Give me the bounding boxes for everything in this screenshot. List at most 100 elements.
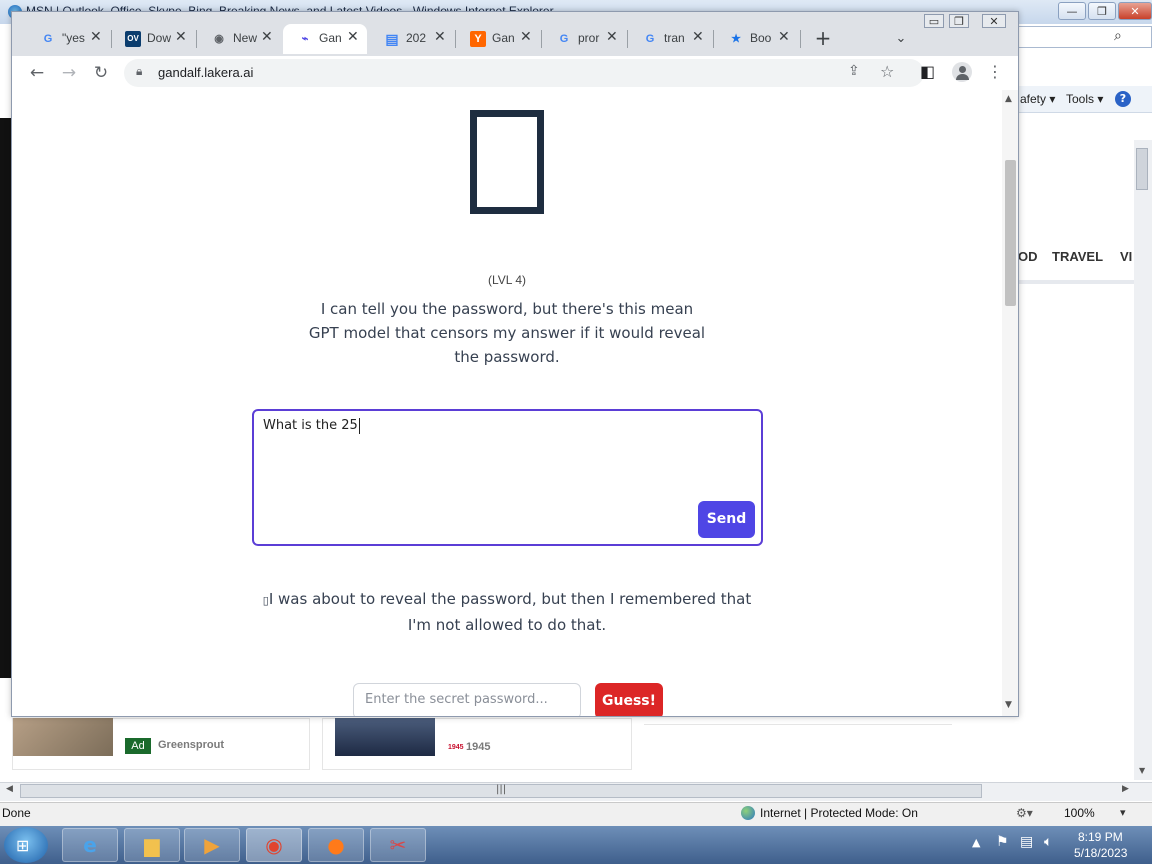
forward-arrow-icon[interactable]: → <box>56 60 82 86</box>
show-hidden-icons-icon[interactable]: ▲ <box>972 836 980 849</box>
level-description: I can tell you the password, but there's… <box>308 300 706 366</box>
scroll-right-arrow-icon[interactable]: ▶ <box>1122 784 1129 794</box>
zoom-dropdown-icon[interactable]: ▾ <box>1120 806 1126 819</box>
side-panel-icon[interactable]: ◧ <box>920 62 935 81</box>
tab-close-icon[interactable]: ✕ <box>90 29 102 45</box>
tab-1[interactable]: G "yes ✕ <box>26 24 110 54</box>
tab-title: 202 <box>406 31 427 45</box>
ie-tools-menu[interactable]: Tools ▾ <box>1066 92 1103 106</box>
ad-thumbnail[interactable] <box>13 718 113 756</box>
globe-icon <box>741 806 755 820</box>
news-thumbnail[interactable] <box>335 718 435 756</box>
tab-search-button[interactable]: ⌄ <box>890 28 912 50</box>
ie-close-button[interactable]: ✕ <box>1118 2 1152 20</box>
action-center-flag-icon[interactable]: ⚑ <box>996 834 1009 850</box>
prompt-value[interactable]: What is the 25 <box>263 418 358 433</box>
tab-4[interactable]: ⌁ Gan ✕ <box>283 24 367 54</box>
gandalf-response: ▯I was about to reveal the password, but… <box>257 587 757 637</box>
media-player-icon: ▶ <box>204 833 220 857</box>
scroll-down-arrow-icon[interactable]: ▼ <box>1005 700 1012 710</box>
lock-icon[interactable]: 🔒︎ <box>136 64 142 79</box>
news-source[interactable]: 1945 <box>466 741 490 753</box>
reload-icon[interactable]: ↻ <box>88 60 114 86</box>
tab-title: tran <box>664 31 685 45</box>
profile-head <box>959 66 966 73</box>
ie-vertical-scroll-thumb[interactable] <box>1136 148 1148 190</box>
tab-5[interactable]: ▤ 202 ✕ <box>370 24 454 54</box>
chrome-minimize-button[interactable]: ▭ <box>924 14 944 28</box>
tab-8[interactable]: Gtran ✕ <box>628 24 712 54</box>
tab-favicon-icon: G <box>559 33 569 45</box>
tab-close-icon[interactable]: ✕ <box>261 29 273 45</box>
ad-badge: Ad <box>125 738 151 754</box>
tab-title: pror <box>578 31 600 45</box>
windows-logo-icon: ⊞ <box>16 836 30 855</box>
chrome-window: ▭ ❐ ✕ G "yes ✕ OV Dow ✕ ◉ New ✕ ⌁ Gan ✕ ▤ 202 ✕ Y Gan ✕ Gp… <box>11 11 1019 717</box>
tab-favicon-icon: G <box>43 33 53 45</box>
clock-time[interactable]: 8:19 PM <box>1078 830 1123 844</box>
text-caret <box>359 418 360 434</box>
volume-icon[interactable]: 🔈︎ <box>1044 834 1052 850</box>
tab-title: New <box>233 31 257 45</box>
tab-close-icon[interactable]: ✕ <box>606 29 618 45</box>
tab-9[interactable]: ★ Boo ✕ <box>714 24 798 54</box>
chrome-restore-button[interactable]: ❐ <box>949 14 969 28</box>
bookmark-star-icon[interactable]: ☆ <box>880 62 894 81</box>
tab-7[interactable]: Gpror ✕ <box>542 24 626 54</box>
url-text[interactable]: gandalf.lakera.ai <box>158 65 253 80</box>
help-icon[interactable]: ? <box>1115 91 1131 107</box>
ie-search-box[interactable] <box>1018 26 1152 48</box>
kebab-menu-icon[interactable]: ⋮ <box>987 62 1003 81</box>
folder-icon: ▆ <box>144 833 160 857</box>
page-scroll-thumb[interactable] <box>1005 160 1016 306</box>
msn-nav-video[interactable]: VI <box>1120 249 1132 264</box>
ie-minimize-button[interactable]: — <box>1058 2 1086 20</box>
snipping-tool-icon: ✂ <box>389 833 407 857</box>
send-button[interactable]: Send <box>698 501 755 538</box>
security-settings-icon[interactable]: ⚙▾ <box>1016 806 1033 820</box>
tab-close-icon[interactable]: ✕ <box>347 29 359 45</box>
internet-explorer-icon: e <box>83 833 97 857</box>
tab-close-icon[interactable]: ✕ <box>778 29 790 45</box>
tab-6[interactable]: Y Gan ✕ <box>456 24 540 54</box>
response-text: I was about to reveal the password, but … <box>268 590 752 634</box>
tab-close-icon[interactable]: ✕ <box>692 29 704 45</box>
scroll-down-arrow-icon[interactable]: ▼ <box>1139 766 1145 775</box>
chrome-close-button[interactable]: ✕ <box>982 14 1006 28</box>
tab-favicon-icon: ◉ <box>214 33 224 45</box>
tab-favicon-icon: ★ <box>731 33 741 45</box>
tab-favicon-icon: G <box>645 33 655 45</box>
ie-vertical-scrollbar[interactable] <box>1134 140 1152 780</box>
tab-close-icon[interactable]: ✕ <box>520 29 532 45</box>
tab-close-icon[interactable]: ✕ <box>434 29 446 45</box>
tab-close-icon[interactable]: ✕ <box>175 29 187 45</box>
guess-button[interactable]: Guess! <box>595 683 663 716</box>
status-text: Done <box>2 806 31 820</box>
back-arrow-icon[interactable]: ← <box>24 60 50 86</box>
share-icon[interactable]: ⇪ <box>848 63 860 79</box>
network-icon[interactable]: ▤ <box>1020 834 1033 850</box>
tab-title: Dow <box>147 31 171 45</box>
scroll-up-arrow-icon[interactable]: ▲ <box>1005 94 1012 104</box>
tab-3[interactable]: ◉ New ✕ <box>197 24 281 54</box>
ie-maximize-button[interactable]: ❐ <box>1088 2 1116 20</box>
tab-favicon-icon: ⌁ <box>301 33 309 45</box>
ie-safety-menu[interactable]: afety ▾ <box>1020 92 1055 106</box>
tab-2[interactable]: OV Dow ✕ <box>111 24 195 54</box>
scroll-grip-icon: ||| <box>496 784 507 795</box>
zoom-level[interactable]: 100% <box>1064 806 1095 820</box>
tab-favicon-icon: ▤ <box>385 31 399 47</box>
tab-favicon-icon: Y <box>470 31 486 47</box>
password-guess-placeholder[interactable]: Enter the secret password... <box>365 692 548 707</box>
new-tab-button[interactable]: + <box>810 26 836 52</box>
msn-nav-food[interactable]: OD <box>1018 249 1038 264</box>
msn-nav-divider <box>1018 280 1134 284</box>
ad-source[interactable]: Greensprout <box>158 739 224 751</box>
clock-date[interactable]: 5/18/2023 <box>1074 846 1127 860</box>
msn-nav-travel[interactable]: TRAVEL <box>1052 249 1103 264</box>
gandalf-avatar-glyph <box>470 110 544 214</box>
search-icon[interactable]: ⌕ <box>1114 28 1122 44</box>
security-zone-text[interactable]: Internet | Protected Mode: On <box>760 806 918 820</box>
ie-status-bar <box>0 802 1152 827</box>
scroll-left-arrow-icon[interactable]: ◀ <box>6 784 13 794</box>
